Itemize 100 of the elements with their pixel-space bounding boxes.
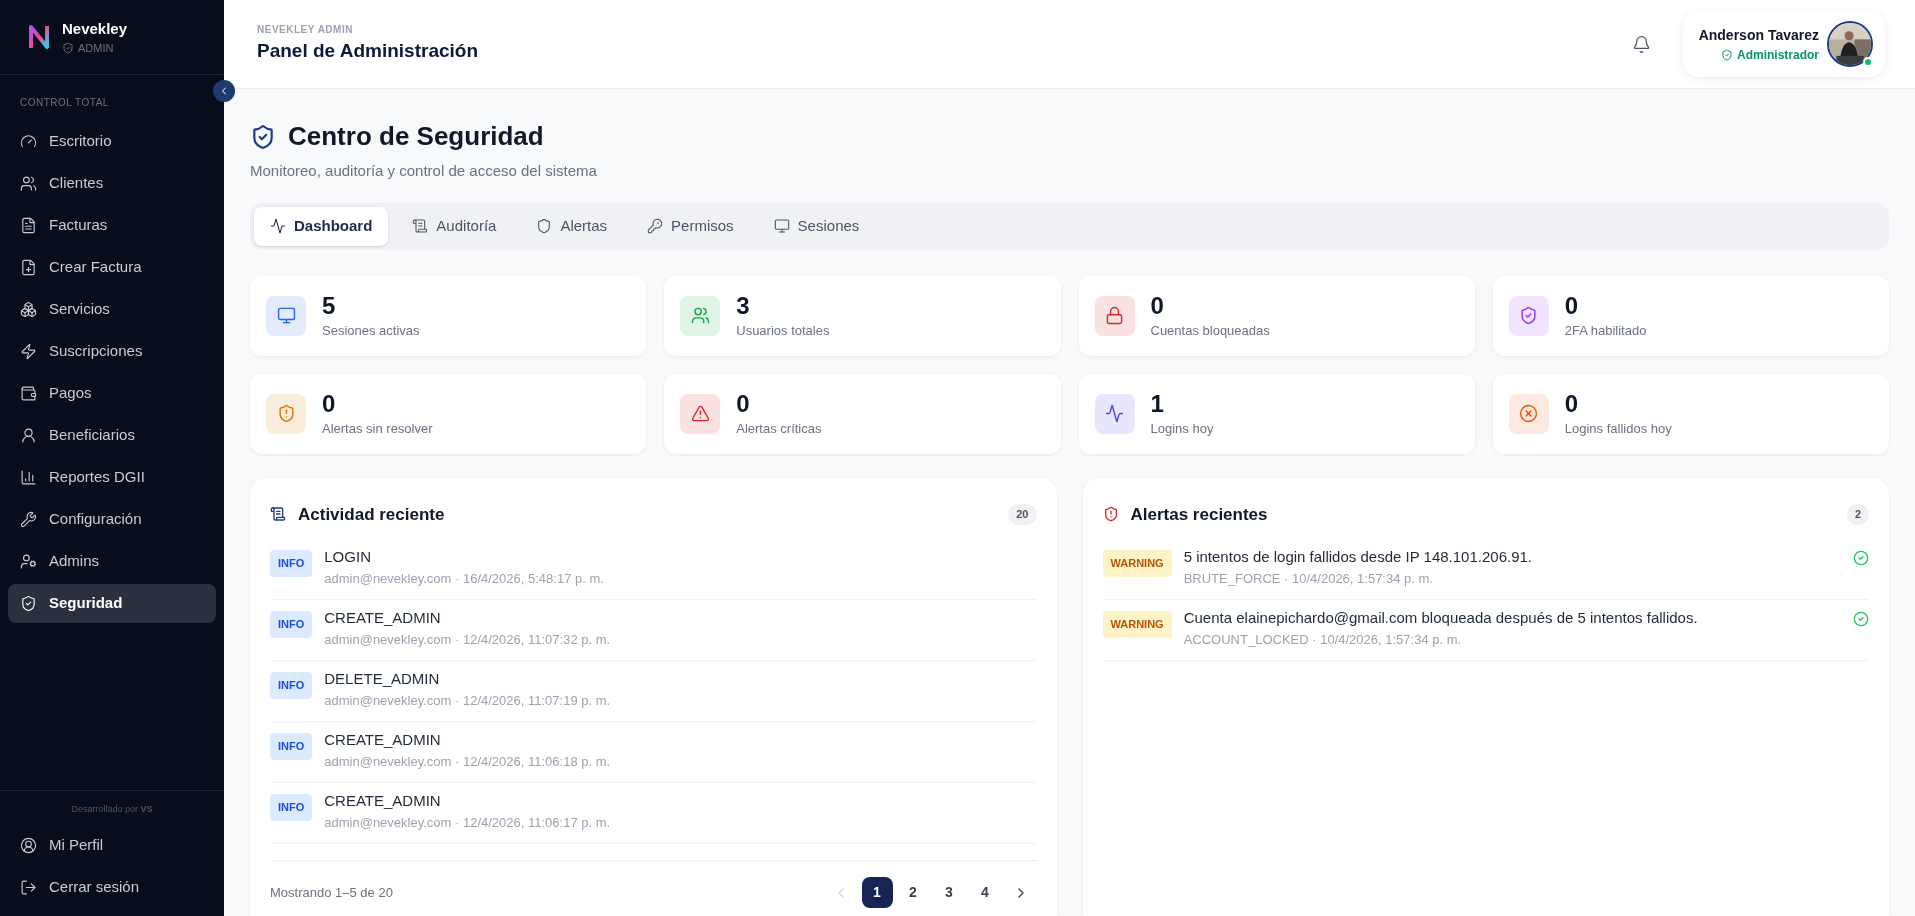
logout-button[interactable]: Cerrar sesión <box>0 866 224 908</box>
level-badge: INFO <box>270 794 313 821</box>
nav-item[interactable]: Seguridad <box>8 584 216 623</box>
stat-value: 0 <box>1150 290 1165 321</box>
lightning-icon <box>20 343 37 360</box>
scroll-icon <box>270 506 286 523</box>
user-name: Anderson Tavarez <box>1698 25 1819 45</box>
header-title: Panel de Administración <box>257 39 478 64</box>
scroll-icon <box>412 218 429 234</box>
page-button[interactable]: 1 <box>861 877 893 908</box>
panel-title: Alertas recientes <box>1130 503 1268 526</box>
stat-value: 0 <box>1564 388 1580 419</box>
logo-icon <box>28 24 50 50</box>
alert-message: 5 intentos de login fallidos desde IP 148.101.206.91. <box>1183 547 1533 567</box>
level-badge: WARNING <box>1102 550 1172 577</box>
page-button[interactable]: 4 <box>969 877 1001 908</box>
nav-item[interactable]: Suscripciones <box>8 332 216 371</box>
stat-label: 2FA habilitado <box>1564 321 1647 340</box>
activity-meta: admin@nevekley.com · 12/4/2026, 11:07:19 p. m. <box>324 691 611 710</box>
stat-value: 3 <box>736 290 751 321</box>
showing-text: Mostrando 1–5 de 20 <box>270 883 393 902</box>
nav-item[interactable]: Clientes <box>8 164 216 203</box>
activity-action: CREATE_ADMIN <box>324 791 442 811</box>
tab[interactable]: Dashboard <box>254 206 389 246</box>
level-badge: INFO <box>270 611 313 638</box>
nav-item[interactable]: Facturas <box>8 206 216 245</box>
user-card[interactable]: Anderson Tavarez Administrador <box>1682 11 1885 77</box>
users-icon <box>20 175 37 192</box>
alert-message: Cuenta elainepichardo@gmail.com bloqueada después de 5 intentos fallidos. <box>1183 608 1699 628</box>
profile-link[interactable]: Mi Perfil <box>0 824 224 866</box>
credit-text: Desarrollado por VS <box>71 802 153 816</box>
alert-meta: ACCOUNT_LOCKED · 10/4/2026, 1:57:34 p. m. <box>1183 630 1463 649</box>
nav-item[interactable]: Escritorio <box>8 122 216 161</box>
tab[interactable]: Sesiones <box>757 206 876 246</box>
stat-label: Logins fallidos hoy <box>1564 419 1672 438</box>
alert-meta: BRUTE_FORCE · 10/4/2026, 1:57:34 p. m. <box>1183 569 1434 588</box>
activity-action: LOGIN <box>324 547 372 567</box>
level-badge: WARNING <box>1102 611 1172 638</box>
nav-item[interactable]: Servicios <box>8 290 216 329</box>
section-label: CONTROL TOTAL <box>19 96 110 110</box>
boxes-icon <box>20 301 37 318</box>
activity-action: CREATE_ADMIN <box>324 608 442 628</box>
nav-item[interactable]: Admins <box>8 542 216 581</box>
collapse-button[interactable] <box>213 80 235 102</box>
page-subtitle: Monitoreo, auditoría y control de acceso del sistema <box>250 161 598 181</box>
brand-name: Nevekley <box>62 18 128 39</box>
stat-value: 0 <box>322 388 337 419</box>
resolve-button[interactable] <box>1853 611 1869 627</box>
stat-value: 0 <box>1564 290 1580 321</box>
wrench-icon <box>20 511 37 528</box>
page-title: Centro de Seguridad <box>288 120 544 153</box>
logout-icon <box>20 878 37 896</box>
shield-icon <box>62 42 74 55</box>
stat-label: Usuarios totales <box>736 321 830 340</box>
nav-item[interactable]: Beneficiarios <box>8 416 216 455</box>
file-plus-icon <box>20 259 37 276</box>
stat-label: Alertas sin resolver <box>322 419 433 438</box>
bar-chart-icon <box>20 469 37 486</box>
page-button[interactable]: 2 <box>897 877 929 908</box>
nav-item[interactable]: Crear Factura <box>8 248 216 287</box>
level-badge: INFO <box>270 733 313 760</box>
count-badge: 20 <box>1008 504 1037 525</box>
gauge-icon <box>20 133 37 150</box>
tab[interactable]: Auditoría <box>396 206 513 246</box>
activity-meta: admin@nevekley.com · 12/4/2026, 11:06:17 p. m. <box>324 813 611 832</box>
nav-item[interactable]: Pagos <box>8 374 216 413</box>
shield-check-icon <box>1721 48 1733 61</box>
user-cog-icon <box>20 553 37 570</box>
nav-item[interactable]: Configuración <box>8 500 216 539</box>
resolve-button[interactable] <box>1853 550 1869 566</box>
stat-label: Cuentas bloqueadas <box>1150 321 1270 340</box>
stat-value: 5 <box>322 290 337 321</box>
tab[interactable]: Alertas <box>520 206 624 246</box>
user-circle-icon <box>20 836 37 854</box>
monitor-icon <box>773 218 790 234</box>
activity-meta: admin@nevekley.com · 16/4/2026, 5:48:17 p. m. <box>324 569 604 588</box>
shield-check-icon <box>20 595 37 612</box>
stat-label: Logins hoy <box>1150 419 1214 438</box>
wallet-icon <box>20 385 37 402</box>
panel-title: Actividad reciente <box>298 503 445 526</box>
tab[interactable]: Permisos <box>631 206 750 246</box>
nav-item[interactable]: Reportes DGII <box>8 458 216 497</box>
shield-check-icon <box>250 123 276 150</box>
activity-action: CREATE_ADMIN <box>324 730 442 750</box>
level-badge: INFO <box>270 550 313 577</box>
invoice-icon <box>20 217 37 234</box>
count-badge: 2 <box>1846 504 1869 525</box>
key-icon <box>647 218 664 234</box>
stat-value: 1 <box>1150 388 1165 419</box>
shield-alert-icon <box>1102 506 1119 523</box>
header-eyebrow: NEVEKLEY ADMIN <box>257 23 354 38</box>
page-button[interactable]: 3 <box>933 877 965 908</box>
user-role: Administrador <box>1737 46 1819 64</box>
pulse-icon <box>270 218 286 234</box>
shield-icon <box>536 218 553 234</box>
stat-label: Sesiones activas <box>322 321 420 340</box>
stat-label: Alertas críticas <box>736 419 822 438</box>
level-badge: INFO <box>270 672 313 699</box>
activity-meta: admin@nevekley.com · 12/4/2026, 11:07:32 p. m. <box>324 630 611 649</box>
activity-meta: admin@nevekley.com · 12/4/2026, 11:06:18 p. m. <box>324 752 611 771</box>
